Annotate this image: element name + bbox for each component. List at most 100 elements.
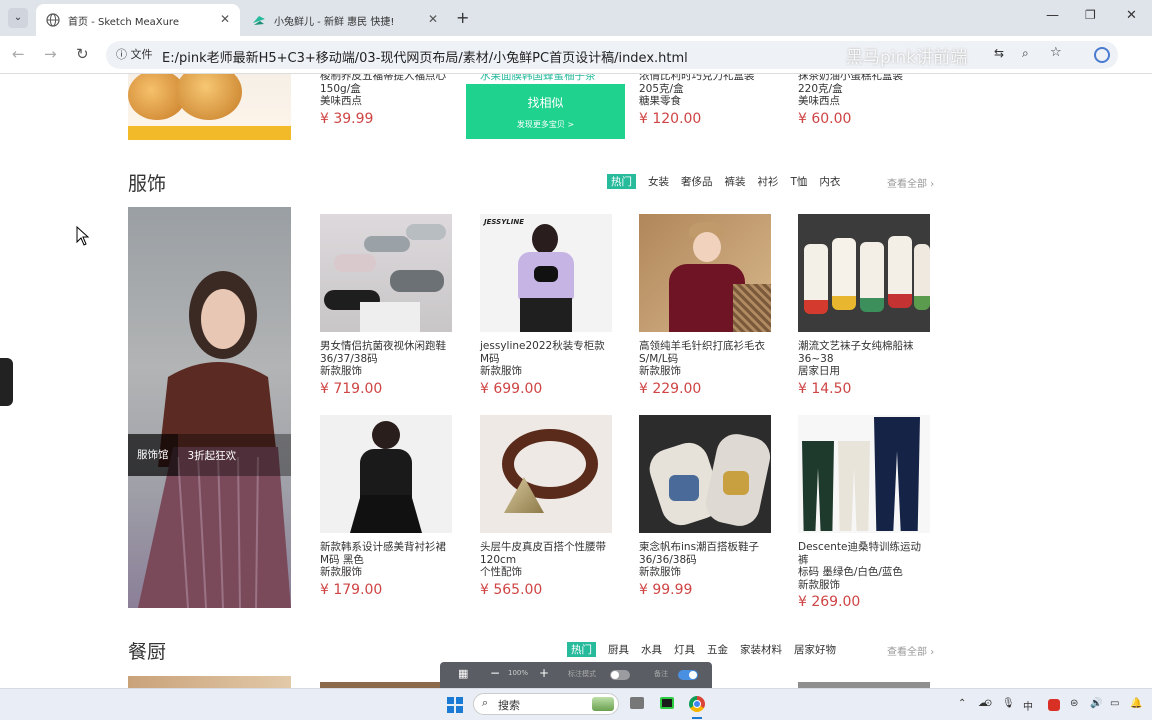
product-name: 高领纯羊毛针织打底衫毛衣	[639, 340, 765, 352]
chevron-right-icon: ›	[930, 647, 935, 658]
wifi-icon[interactable]: ⊜	[1070, 698, 1078, 709]
grid-icon[interactable]: ▦	[458, 667, 468, 680]
restore-icon[interactable]: ❐	[1085, 8, 1096, 22]
browser-toolbar: ← → ↻ ⓘ 文件 E:/pink老师最新H5+C3+移动端/03-现代网页布…	[0, 36, 1152, 74]
find-similar-card[interactable]: 水果面膜韩国蜂蜜柚子茶 找相似 发现更多宝贝 >	[466, 74, 625, 139]
product-image-knit-top	[639, 214, 771, 332]
antivirus-icon[interactable]	[1048, 699, 1060, 711]
product-category: 居家日用	[798, 365, 840, 377]
tab-drinkware[interactable]: 水具	[641, 642, 662, 657]
product-price: ¥ 99.99	[639, 581, 693, 598]
tab-search-button[interactable]: ⌄	[8, 8, 28, 28]
product-info[interactable]: 浓情比利时巧克力礼盒装 205克/盒 糖果零食 ¥ 120.00	[639, 74, 779, 127]
kitchen-category-tabs: 热门 厨具 水具 灯具 五金 家装材料 居家好物	[567, 642, 848, 657]
product-price: ¥ 60.00	[798, 110, 852, 127]
tab-pants[interactable]: 裤装	[725, 174, 746, 189]
tab-home-goods[interactable]: 居家好物	[794, 642, 836, 657]
forward-icon[interactable]: →	[44, 45, 57, 63]
cloud-sync-icon[interactable]: ⊙	[984, 698, 992, 709]
measure-toolbar: ▦ − 100% + 标注模式 备注	[440, 662, 712, 688]
address-bar[interactable]: ⓘ 文件 E:/pink老师最新H5+C3+移动端/03-现代网页布局/素材/小…	[106, 41, 1118, 69]
product-info[interactable]: 梭制养皮五福蒂提人福点心 150g/盒 美味西点 ¥ 39.99	[320, 74, 460, 127]
product-info[interactable]: 抹茶奶油小蛋糕礼盒装 220克/盒 美味西点 ¥ 60.00	[798, 74, 938, 127]
task-view-icon[interactable]	[630, 697, 644, 709]
clothing-banner[interactable]: 服饰馆 3折起狂欢	[128, 207, 291, 608]
windows-start-icon[interactable]	[447, 697, 463, 717]
product-price: ¥ 120.00	[639, 110, 702, 127]
bookmark-star-icon[interactable]: ☆	[1050, 45, 1062, 60]
product-image-track-pants	[798, 415, 930, 533]
product-card[interactable]: 高领纯羊毛针织打底衫毛衣 S/M/L码 新款服饰 ¥ 229.00	[639, 214, 771, 397]
chrome-active-indicator	[692, 717, 702, 719]
product-name: 水果面膜韩国蜂蜜柚子茶	[480, 74, 596, 82]
tray-expand-icon[interactable]: ⌃	[958, 698, 966, 709]
tab-hot[interactable]: 热门	[567, 642, 596, 657]
product-name: 柬念帆布ins潮百搭板鞋子	[639, 541, 760, 553]
close-icon[interactable]: ✕	[428, 12, 438, 26]
product-image-belt	[480, 415, 612, 533]
product-card[interactable]: JESSYLINE jessyline2022秋装专柜款 M码 新款服饰 ¥ 6…	[480, 214, 612, 397]
tab-hardware[interactable]: 五金	[707, 642, 728, 657]
zoom-out-button[interactable]: −	[490, 666, 500, 680]
volume-icon[interactable]: 🔊	[1090, 698, 1102, 709]
product-image-kitchen[interactable]	[128, 676, 291, 688]
battery-icon[interactable]: ▭	[1110, 698, 1119, 709]
zoom-in-button[interactable]: +	[539, 666, 549, 680]
mode-toggle[interactable]	[610, 670, 630, 680]
tab-sketch-measure[interactable]: 首页 - Sketch MeaXure ✕	[36, 4, 240, 36]
product-price: ¥ 719.00	[320, 380, 383, 397]
product-category: 个性配饰	[480, 566, 522, 578]
side-drawer-handle[interactable]	[0, 358, 13, 406]
product-category: 新款服饰	[480, 365, 522, 377]
tab-tshirt[interactable]: T恤	[791, 174, 808, 189]
tab-xiaotuxian[interactable]: 小兔鲜儿 - 新鲜 惠民 快捷! ✕	[242, 4, 448, 36]
minimize-icon[interactable]: —	[1046, 8, 1059, 23]
zoom-icon[interactable]: ⌕	[1022, 46, 1029, 61]
product-card[interactable]: 头层牛皮真皮百搭个性腰带 120cm 个性配饰 ¥ 565.00	[480, 415, 612, 598]
product-price: ¥ 269.00	[798, 594, 861, 610]
product-image-cake[interactable]	[128, 74, 291, 140]
mouse-cursor-icon	[76, 226, 90, 246]
tab-cookware[interactable]: 厨具	[608, 642, 629, 657]
discover-more-link[interactable]: 发现更多宝贝 >	[466, 119, 625, 130]
find-similar-button[interactable]: 找相似	[466, 94, 625, 111]
microphone-icon[interactable]: 🎙	[1002, 698, 1015, 709]
chrome-app-icon[interactable]	[689, 696, 705, 712]
product-card[interactable]: 潮流文艺袜子女纯棉船袜 36~38 居家日用 ¥ 14.50	[798, 214, 930, 397]
product-category: 美味西点	[798, 95, 840, 107]
product-card[interactable]: 男女情侣抗菌夜视休闲跑鞋 36/37/38码 新款服饰 ¥ 719.00	[320, 214, 452, 397]
product-card[interactable]: Descente迪桑特训练运动裤 标码 墨绿色/白色/蓝色 新款服饰 ¥ 269…	[798, 415, 930, 610]
product-image-sneakers	[320, 214, 452, 332]
view-all-link[interactable]: 查看全部 ›	[887, 175, 934, 190]
tab-materials[interactable]: 家装材料	[740, 642, 782, 657]
window-close-icon[interactable]: ✕	[1126, 8, 1137, 23]
tab-women[interactable]: 女装	[648, 174, 669, 189]
info-icon[interactable]: ⓘ 文件	[116, 46, 153, 62]
back-icon[interactable]: ←	[12, 45, 25, 63]
view-all-label: 查看全部	[887, 647, 927, 658]
product-spec: M码	[480, 352, 500, 365]
product-name: 浓情比利时巧克力礼盒装	[639, 74, 755, 82]
notes-toggle[interactable]	[678, 670, 698, 680]
section-title-kitchen: 餐厨	[128, 641, 167, 663]
new-tab-button[interactable]: +	[456, 8, 469, 27]
view-all-label: 查看全部	[887, 179, 927, 190]
tab-hot[interactable]: 热门	[607, 174, 636, 189]
view-all-link[interactable]: 查看全部 ›	[887, 643, 934, 658]
close-icon[interactable]: ✕	[220, 12, 230, 26]
tab-lighting[interactable]: 灯具	[674, 642, 695, 657]
ime-indicator[interactable]: 中	[1023, 698, 1033, 713]
terminal-app-icon[interactable]	[660, 697, 674, 709]
profile-icon[interactable]	[1094, 47, 1110, 63]
product-name: 潮流文艺袜子女纯棉船袜	[798, 340, 914, 352]
product-category: 新款服饰	[798, 578, 840, 591]
product-card[interactable]: 新款韩系设计感美背衬衫裙 M码 黑色 新款服饰 ¥ 179.00	[320, 415, 452, 598]
taskbar-search-box[interactable]: ⌕ 搜索	[473, 693, 619, 715]
tab-luxury[interactable]: 奢侈品	[681, 174, 713, 189]
translate-icon[interactable]: ⇆	[994, 46, 1004, 60]
product-card[interactable]: 柬念帆布ins潮百搭板鞋子 36/36/38码 新款服饰 ¥ 99.99	[639, 415, 771, 598]
reload-icon[interactable]: ↻	[76, 45, 89, 63]
tab-shirts[interactable]: 衬衫	[758, 174, 779, 189]
notification-bell-icon[interactable]: 🔔	[1130, 698, 1142, 709]
tab-underwear[interactable]: 内衣	[819, 174, 840, 189]
